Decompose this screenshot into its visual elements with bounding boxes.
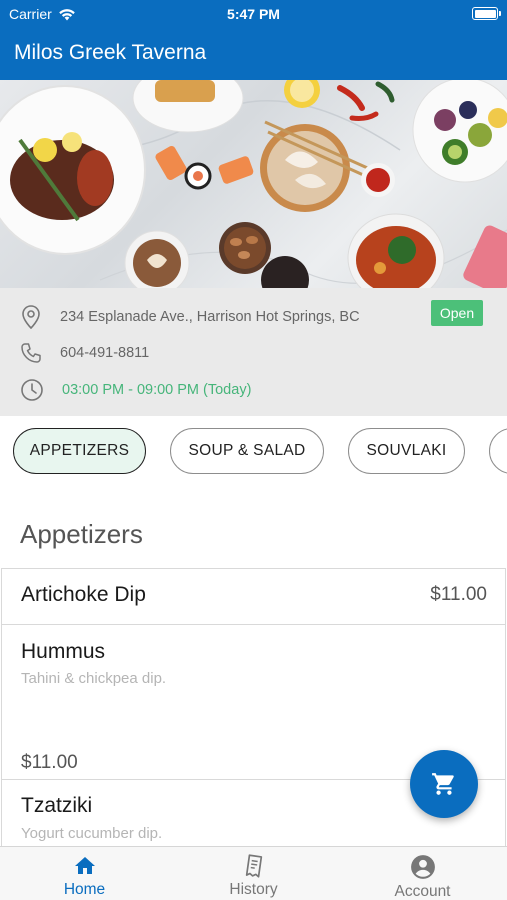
category-chip-souvlaki[interactable]: SOUVLAKI [348, 428, 465, 474]
status-bar: Carrier 5:47 PM [0, 0, 507, 30]
nav-history-label: History [229, 881, 278, 898]
category-chip-soup-salad[interactable]: SOUP & SALAD [170, 428, 324, 474]
cart-icon [432, 773, 454, 795]
phone-icon [21, 343, 41, 363]
hours-row: 03:00 PM - 09:00 PM (Today) [20, 378, 251, 402]
nav-home-label: Home [63, 881, 106, 898]
address-text: 234 Esplanade Ave., Harrison Hot Springs… [60, 309, 360, 325]
bottom-navigation: Home History Account [0, 846, 507, 900]
battery-icon [472, 7, 501, 20]
address-row[interactable]: 234 Esplanade Ave., Harrison Hot Springs… [20, 304, 360, 330]
item-name: Artichoke Dip [21, 583, 146, 606]
location-pin-icon [22, 305, 40, 330]
status-time: 5:47 PM [227, 6, 280, 22]
item-price: $11.00 [430, 584, 487, 605]
section-title: Appetizers [20, 519, 143, 549]
open-status-badge: Open [431, 300, 483, 326]
item-name: Hummus [21, 640, 106, 663]
clock-icon [21, 379, 43, 401]
category-chip-appetizers[interactable]: APPETIZERS [13, 428, 146, 474]
nav-account-label: Account [394, 883, 451, 900]
phone-row[interactable]: 604-491-8811 [20, 342, 149, 364]
item-description: Tahini & chickpea dip. [21, 670, 167, 687]
nav-home[interactable]: Home [0, 847, 169, 900]
home-icon [74, 857, 95, 874]
phone-text: 604-491-8811 [60, 345, 150, 361]
app-header: Milos Greek Taverna [0, 30, 507, 80]
hours-text: 03:00 PM - 09:00 PM (Today) [62, 382, 252, 398]
item-price: $11.00 [21, 752, 78, 773]
nav-history[interactable]: History [169, 847, 338, 900]
item-description: Yogurt cucumber dip. [21, 825, 163, 842]
item-name: Tzatziki [21, 794, 93, 817]
food-photo-illustration [0, 80, 507, 288]
cart-button[interactable] [410, 750, 478, 818]
nav-account[interactable]: Account [338, 847, 507, 900]
restaurant-info-panel: 234 Esplanade Ave., Harrison Hot Springs… [0, 288, 507, 416]
category-chip-next[interactable] [489, 428, 507, 474]
category-tabs: APPETIZERS SOUP & SALAD SOUVLAKI [0, 416, 507, 488]
menu-item-artichoke-dip[interactable]: Artichoke Dip $11.00 [1, 568, 506, 625]
restaurant-title: Milos Greek Taverna [14, 41, 207, 64]
account-icon [410, 855, 435, 879]
restaurant-hero-image [0, 80, 507, 288]
receipt-icon [245, 854, 262, 878]
